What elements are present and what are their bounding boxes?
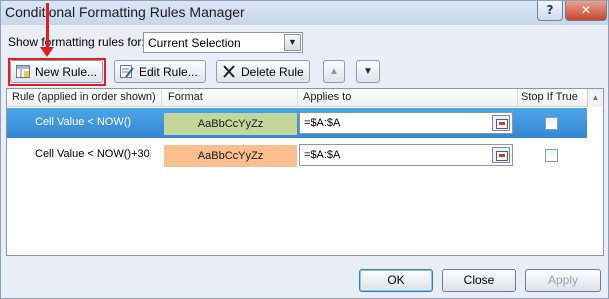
show-rules-value: Current Selection [148, 36, 241, 50]
stop-if-true-checkbox[interactable] [545, 149, 558, 162]
show-rules-select[interactable]: Current Selection ▼ [143, 32, 303, 53]
applies-to-field[interactable]: =$A:$A [299, 112, 513, 134]
format-preview: AaBbCcYyZz [164, 113, 297, 135]
rule-description: Cell Value < NOW() [35, 116, 132, 128]
range-select-icon[interactable] [492, 115, 510, 131]
dialog-title: Conditional Formatting Rules Manager [5, 4, 245, 20]
range-select-icon[interactable] [492, 147, 510, 163]
ok-button[interactable]: OK [359, 269, 433, 292]
applies-to-value: =$A:$A [304, 117, 341, 129]
column-header-format: Format [168, 91, 203, 103]
close-button[interactable]: Close [442, 269, 516, 292]
delete-rule-button[interactable]: Delete Rule [216, 60, 310, 83]
column-header-rule: Rule (applied in order shown) [12, 91, 156, 103]
apply-button[interactable]: Apply [525, 269, 601, 292]
chevron-down-icon[interactable]: ▼ [284, 34, 301, 51]
edit-rule-label: Edit Rule... [139, 65, 198, 79]
column-divider [297, 89, 298, 106]
move-up-button[interactable]: ▲ [323, 60, 345, 83]
edit-rule-icon [120, 65, 134, 78]
annotation-arrow-head [40, 47, 54, 57]
title-bar: Conditional Formatting Rules Manager ? ✕ [1, 1, 608, 25]
help-button[interactable]: ? [537, 1, 563, 21]
rule-description: Cell Value < NOW()+30 [35, 148, 150, 160]
table-header: Rule (applied in order shown) Format App… [7, 89, 603, 107]
column-header-applies-to: Applies to [303, 91, 352, 103]
table-row[interactable]: Cell Value < NOW()+30 AaBbCcYyZz =$A:$A [7, 140, 587, 170]
move-down-button[interactable]: ▼ [356, 60, 380, 83]
format-preview: AaBbCcYyZz [164, 145, 297, 167]
table-row[interactable]: Cell Value < NOW() AaBbCcYyZz =$A:$A [7, 108, 587, 138]
column-header-stop-if-true: Stop If True [521, 91, 578, 103]
close-window-button[interactable]: ✕ [565, 1, 607, 21]
column-divider [161, 89, 162, 106]
annotation-arrow [46, 3, 49, 49]
rules-table: Rule (applied in order shown) Format App… [6, 88, 604, 256]
delete-x-icon [223, 65, 235, 78]
stop-if-true-checkbox[interactable] [545, 117, 558, 130]
edit-rule-button[interactable]: Edit Rule... [114, 60, 206, 83]
delete-rule-label: Delete Rule [241, 65, 304, 79]
column-divider [517, 89, 518, 106]
annotation-highlight-box [8, 58, 106, 86]
rules-manager-dialog: Conditional Formatting Rules Manager ? ✕… [0, 0, 609, 299]
scroll-up-arrow-icon[interactable]: ▲ [587, 89, 603, 107]
show-rules-label: Show formatting rules for: [8, 35, 145, 49]
rules-toolbar: New Rule... Edit Rule... Delete Rule ▲ ▼ [4, 57, 604, 87]
applies-to-value: =$A:$A [304, 149, 341, 161]
applies-to-field[interactable]: =$A:$A [299, 144, 513, 166]
